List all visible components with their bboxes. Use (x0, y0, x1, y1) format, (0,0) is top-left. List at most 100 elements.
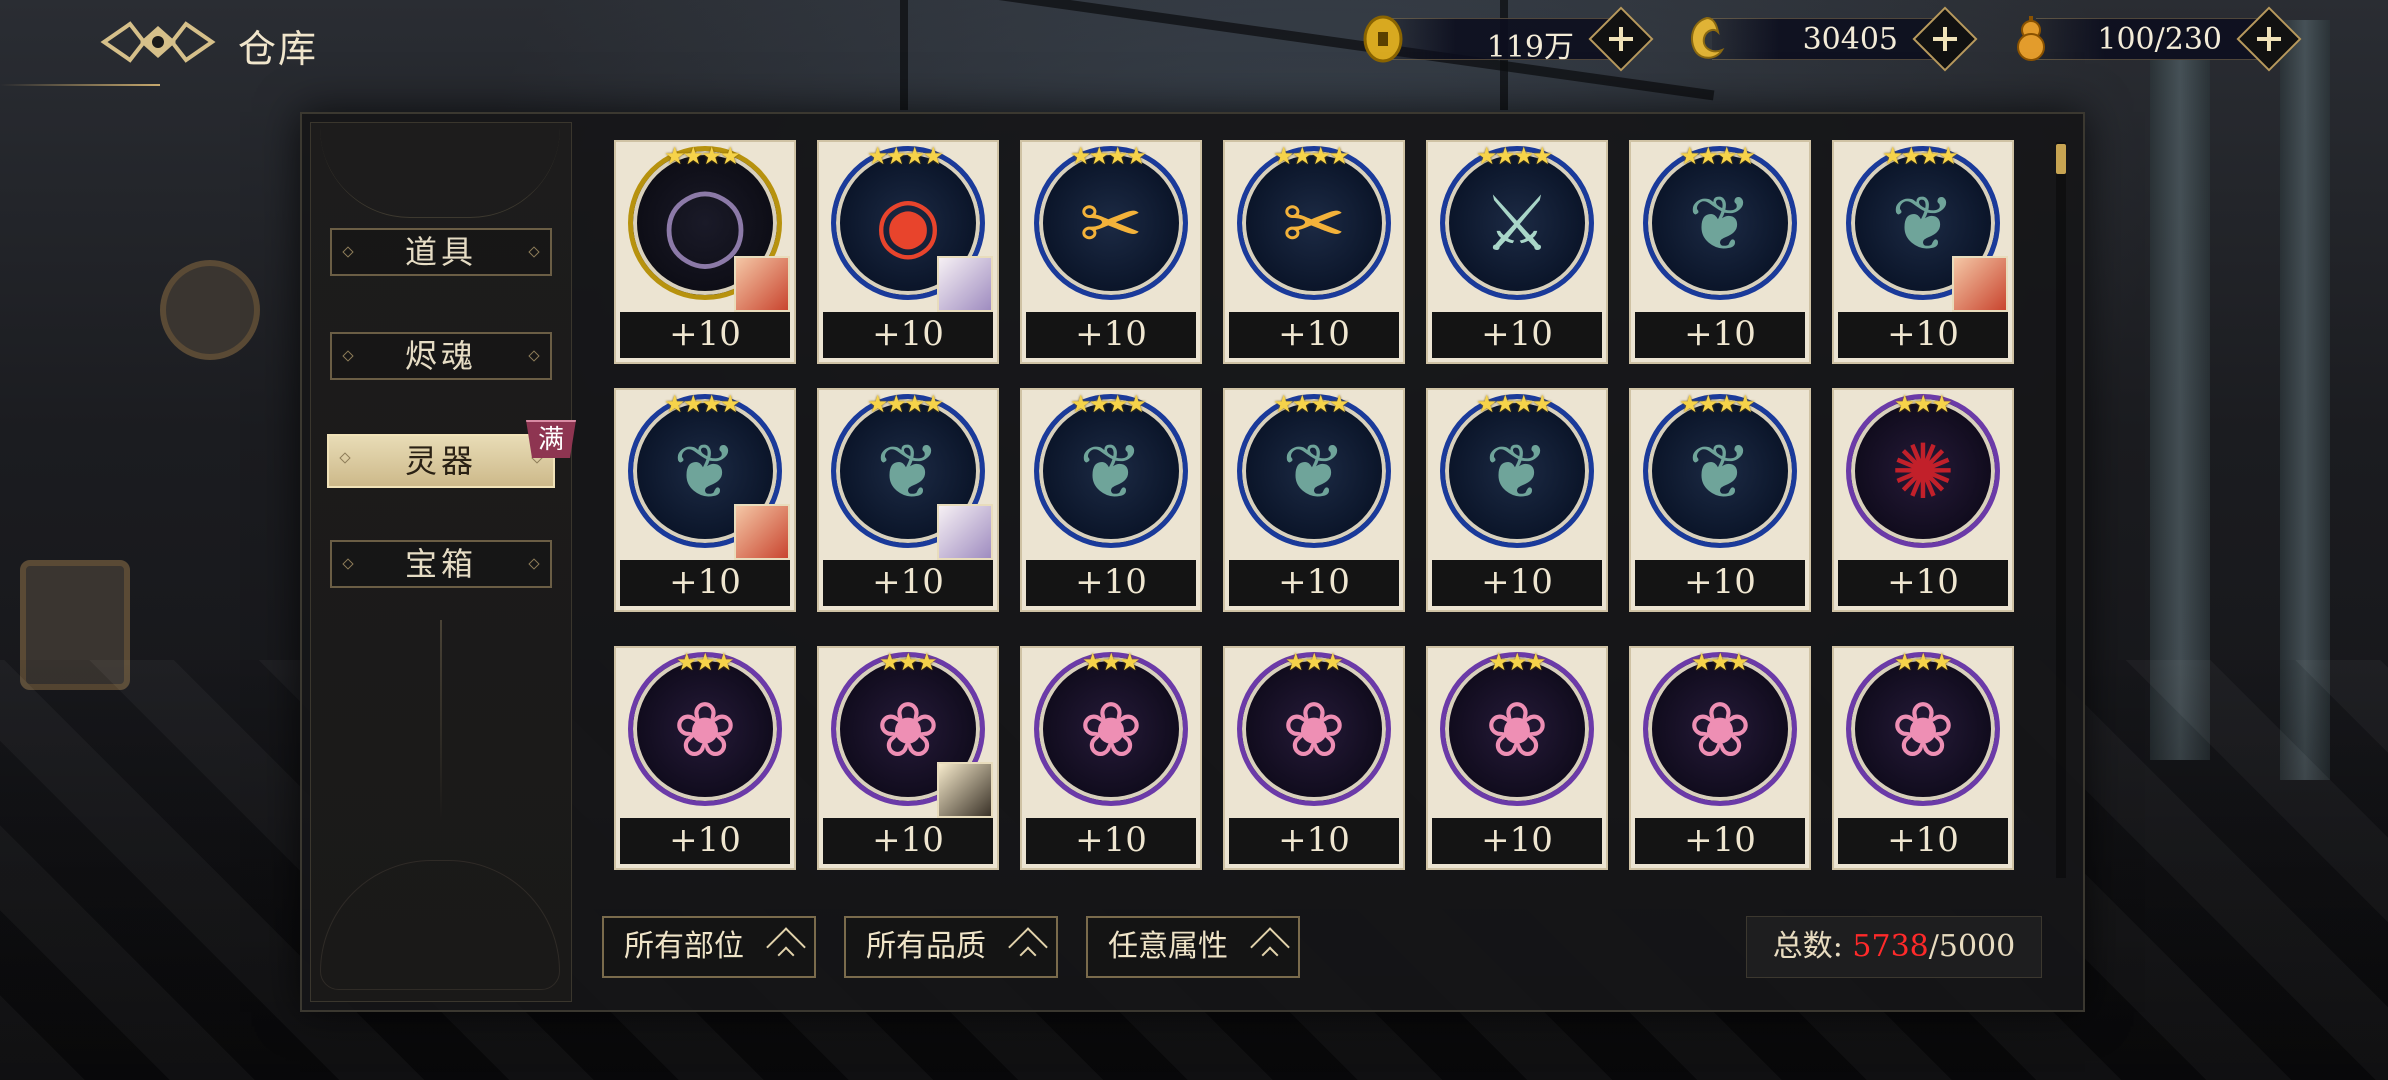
star-rating: ★★★★ (867, 142, 944, 170)
tab-label: 道具 (404, 233, 477, 271)
enhance-level: +10 (1635, 312, 1805, 358)
enhance-level: +10 (620, 312, 790, 358)
currency-value: 30405 (1802, 22, 1898, 57)
enhance-level: +10 (1838, 312, 2008, 358)
star-rating: ★★★★ (867, 390, 944, 418)
enhance-level: +10 (1432, 818, 1602, 864)
item-grid: ◯ ★★★★ +10 ◉ ★★★★ +10 ✂ ★★★★ +10 ✂ ★★★★ +10 ⚔ ★★★★ +10… (594, 130, 2050, 880)
enhance-level: +10 (620, 560, 790, 606)
equipped-character-avatar (937, 504, 993, 560)
enhance-level: +10 (823, 818, 993, 864)
filter-label: 所有部位 (624, 929, 744, 964)
artifact-card[interactable]: ✺ ★★★ +10 (1832, 388, 2014, 612)
tab-label: 灵器 (404, 442, 477, 480)
star-rating: ★★★ (879, 648, 938, 676)
grid-scrollbar[interactable] (2056, 142, 2066, 878)
star-rating: ★★★ (1691, 648, 1750, 676)
artifact-card[interactable]: ❀ ★★★ +10 (1629, 646, 1811, 870)
enhance-level: +10 (620, 818, 790, 864)
tab-label: 烬魂 (404, 337, 477, 375)
enhance-level: +10 (1026, 312, 1196, 358)
artifact-card[interactable]: ❦ ★★★★ +10 (614, 388, 796, 612)
star-rating: ★★★★ (1882, 142, 1959, 170)
enhance-level: +10 (1838, 818, 2008, 864)
enhance-level: +10 (823, 560, 993, 606)
star-rating: ★★★★ (1476, 390, 1553, 418)
sidebar-divider (440, 620, 442, 820)
filter-label: 任意属性 (1108, 929, 1228, 964)
enhance-level: +10 (1635, 560, 1805, 606)
artifact-card[interactable]: ❀ ★★★ +10 (1223, 646, 1405, 870)
tab-treasure-chests[interactable]: 宝箱 (330, 540, 552, 588)
currency-dragon: 30405 (1682, 6, 1978, 72)
star-rating: ★★★★ (1476, 142, 1553, 170)
tab-soul-embers[interactable]: 烬魂 (330, 332, 552, 380)
equipped-character-avatar (937, 256, 993, 312)
star-rating: ★★★ (1082, 648, 1141, 676)
currency-copper: 119万 (1358, 6, 1654, 72)
artifact-card[interactable]: ❦ ★★★★ +10 (1832, 140, 2014, 364)
star-rating: ★★★ (676, 648, 735, 676)
artifact-card[interactable]: ⚔ ★★★★ +10 (1426, 140, 1608, 364)
full-badge: 满 (526, 420, 576, 458)
count-current: 5738 (1852, 929, 1929, 964)
enhance-level: +10 (1229, 312, 1399, 358)
scroll-thumb[interactable] (2056, 144, 2066, 174)
currency-stamina: 100/230 (2006, 6, 2302, 72)
enhance-level: +10 (1432, 560, 1602, 606)
copper-coin-icon (1363, 15, 1403, 63)
add-copper-button[interactable] (1588, 6, 1654, 72)
filter-quality-button[interactable]: 所有品质 (844, 916, 1058, 978)
enhance-level: +10 (1229, 560, 1399, 606)
artifact-card[interactable]: ❀ ★★★ +10 (614, 646, 796, 870)
title-underline (0, 84, 160, 86)
star-rating: ★★★ (1285, 648, 1344, 676)
tab-spirit-artifacts[interactable]: 灵器 (327, 434, 555, 488)
artifact-card[interactable]: ◉ ★★★★ +10 (817, 140, 999, 364)
item-count: 总数: 5738/5000 (1746, 916, 2042, 978)
star-rating: ★★★★ (1273, 390, 1350, 418)
equipped-character-avatar (734, 504, 790, 560)
artifact-card[interactable]: ❀ ★★★ +10 (1020, 646, 1202, 870)
star-rating: ★★★ (1894, 390, 1953, 418)
artifact-card[interactable]: ◯ ★★★★ +10 (614, 140, 796, 364)
gourd-stamina-icon (2017, 16, 2045, 61)
artifact-card[interactable]: ❦ ★★★★ +10 (817, 388, 999, 612)
artifact-card[interactable]: ✂ ★★★★ +10 (1020, 140, 1202, 364)
tab-label: 宝箱 (404, 545, 477, 583)
enhance-level: +10 (1635, 818, 1805, 864)
artifact-card[interactable]: ❀ ★★★ +10 (1426, 646, 1608, 870)
artifact-card[interactable]: ❦ ★★★★ +10 (1629, 388, 1811, 612)
page-title: 仓库 (238, 27, 319, 71)
add-stamina-button[interactable] (2236, 6, 2302, 72)
add-dragon-button[interactable] (1912, 6, 1978, 72)
star-rating: ★★★★ (1679, 142, 1756, 170)
count-max: /5000 (1928, 929, 2016, 964)
filter-attribute-button[interactable]: 任意属性 (1086, 916, 1300, 978)
filter-label: 所有品质 (866, 929, 986, 964)
equipped-character-avatar (937, 762, 993, 818)
artifact-card[interactable]: ✂ ★★★★ +10 (1223, 140, 1405, 364)
star-rating: ★★★★ (664, 142, 741, 170)
enhance-level: +10 (1838, 560, 2008, 606)
top-bar: 仓库 119万 30405 100/230 (0, 0, 2388, 86)
artifact-card[interactable]: ❦ ★★★★ +10 (1629, 140, 1811, 364)
golden-dragon-icon (1691, 16, 1725, 59)
star-rating: ★★★ (1894, 648, 1953, 676)
artifact-card[interactable]: ❀ ★★★ +10 (1832, 646, 2014, 870)
artifact-card[interactable]: ❀ ★★★ +10 (817, 646, 999, 870)
artifact-card[interactable]: ❦ ★★★★ +10 (1020, 388, 1202, 612)
equipped-character-avatar (1952, 256, 2008, 312)
artifact-card[interactable]: ❦ ★★★★ +10 (1426, 388, 1608, 612)
star-rating: ★★★★ (1679, 390, 1756, 418)
star-rating: ★★★★ (1273, 142, 1350, 170)
count-label: 总数: (1772, 929, 1853, 964)
filter-slot-button[interactable]: 所有部位 (602, 916, 816, 978)
enhance-level: +10 (1229, 818, 1399, 864)
enhance-level: +10 (1026, 818, 1196, 864)
enhance-level: +10 (1026, 560, 1196, 606)
star-rating: ★★★★ (664, 390, 741, 418)
artifact-card[interactable]: ❦ ★★★★ +10 (1223, 388, 1405, 612)
currency-value: 100/230 (2097, 22, 2222, 57)
tab-items[interactable]: 道具 (330, 228, 552, 276)
